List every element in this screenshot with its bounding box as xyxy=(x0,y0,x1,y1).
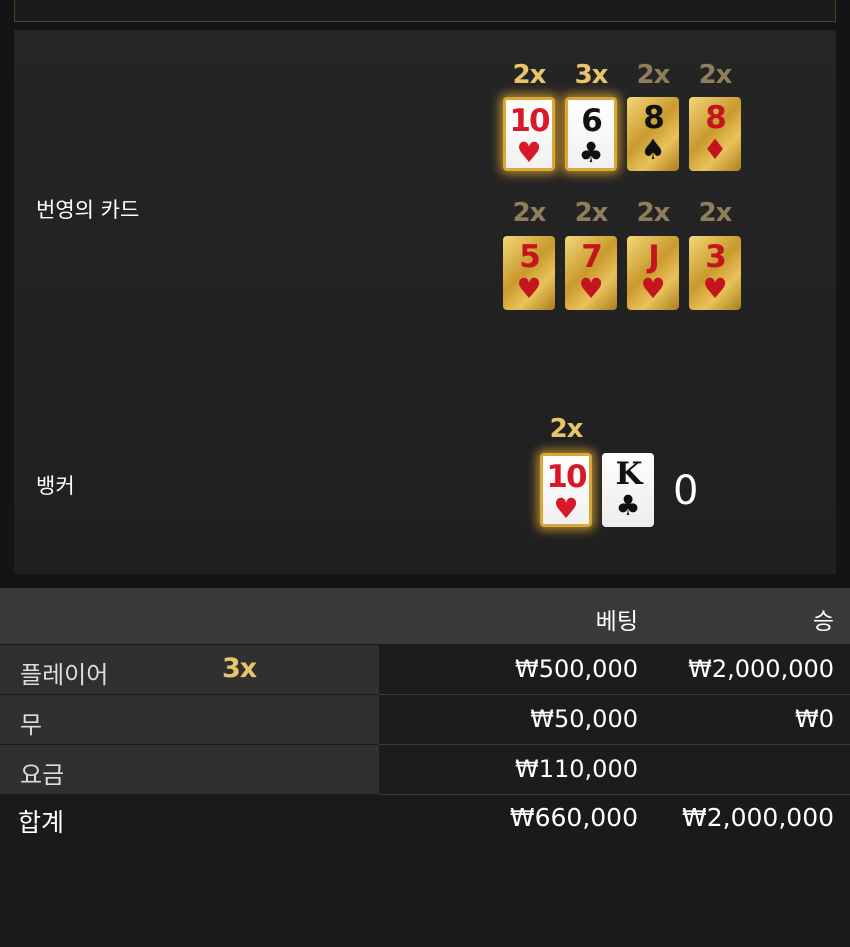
game-board-frame: 번영의 카드 2x 3x 2x 2x 10 ♥ 6 ♣ 8 ♠ 8 ♦ 2x 2… xyxy=(0,0,850,588)
card-rank: 7 xyxy=(581,239,603,275)
player-multiplier-badge: 3x xyxy=(222,653,257,684)
card-multiplier: 2x xyxy=(698,60,733,90)
card-rank: 6 xyxy=(581,103,603,139)
card-multiplier: 2x xyxy=(636,60,671,90)
prosperity-card: 7 ♥ xyxy=(565,236,617,310)
spade-suit-icon: ♠ xyxy=(640,133,666,166)
banker-score: 0 xyxy=(673,468,699,514)
total-bet-amount: ₩660,000 xyxy=(509,803,638,832)
banker-card: K ♣ xyxy=(602,453,654,527)
card-multiplier: 2x xyxy=(636,198,671,228)
prosperity-card: 8 ♠ xyxy=(627,97,679,171)
prosperity-card: 8 ♦ xyxy=(689,97,741,171)
table-row-player: 플레이어 3x ₩500,000 ₩2,000,000 xyxy=(0,645,850,695)
prosperity-card: 5 ♥ xyxy=(503,236,555,310)
card-rank: 10 xyxy=(546,459,587,495)
row-bet-amount: ₩110,000 xyxy=(515,755,638,783)
table-row-tie: 무 ₩50,000 ₩0 xyxy=(0,695,850,745)
heart-suit-icon: ♥ xyxy=(702,272,728,305)
table-row-total: 합계 ₩660,000 ₩2,000,000 xyxy=(0,795,850,845)
card-multiplier: 2x xyxy=(574,198,609,228)
total-win-amount: ₩2,000,000 xyxy=(682,803,834,832)
card-rank: 8 xyxy=(705,100,727,136)
row-label-cell xyxy=(0,695,379,745)
banker-card-multiplier: 2x xyxy=(549,414,584,444)
banker-card: 10 ♥ xyxy=(540,453,592,527)
prosperity-card: 10 ♥ xyxy=(503,97,555,171)
card-rank: K xyxy=(615,456,643,492)
club-suit-icon: ♣ xyxy=(578,136,604,169)
heart-suit-icon: ♥ xyxy=(578,272,604,305)
heart-suit-icon: ♥ xyxy=(553,492,579,525)
row-bet-amount: ₩500,000 xyxy=(515,655,638,683)
card-rank: 5 xyxy=(519,239,541,275)
banker-label: 뱅커 xyxy=(36,474,75,498)
row-label: 요금 xyxy=(20,761,65,789)
prosperity-card: 6 ♣ xyxy=(565,97,617,171)
row-win-amount: ₩0 xyxy=(795,705,834,733)
heart-suit-icon: ♥ xyxy=(516,136,542,169)
card-rank: 3 xyxy=(705,239,727,275)
card-multiplier: 2x xyxy=(512,60,547,90)
card-multiplier: 2x xyxy=(698,198,733,228)
diamond-suit-icon: ♦ xyxy=(702,133,728,166)
table-row-fee: 요금 ₩110,000 xyxy=(0,745,850,795)
prosperity-card: 3 ♥ xyxy=(689,236,741,310)
top-panel-edge xyxy=(14,0,836,22)
row-win-amount: ₩2,000,000 xyxy=(688,655,834,683)
win-column-header: 승 xyxy=(812,609,834,635)
row-label: 무 xyxy=(20,711,43,739)
club-suit-icon: ♣ xyxy=(615,489,641,522)
total-label: 합계 xyxy=(18,808,65,837)
card-rank: 10 xyxy=(509,103,550,139)
card-rank: J xyxy=(648,239,659,275)
prosperity-card: J ♥ xyxy=(627,236,679,310)
heart-suit-icon: ♥ xyxy=(640,272,666,305)
card-multiplier: 3x xyxy=(574,60,609,90)
heart-suit-icon: ♥ xyxy=(516,272,542,305)
card-multiplier: 2x xyxy=(512,198,547,228)
row-bet-amount: ₩50,000 xyxy=(530,705,638,733)
bet-column-header: 베팅 xyxy=(595,609,638,635)
table-header: 베팅 승 xyxy=(0,588,850,644)
row-label: 플레이어 xyxy=(20,661,109,689)
prosperity-cards-label: 번영의 카드 xyxy=(36,198,140,222)
card-rank: 8 xyxy=(643,100,665,136)
